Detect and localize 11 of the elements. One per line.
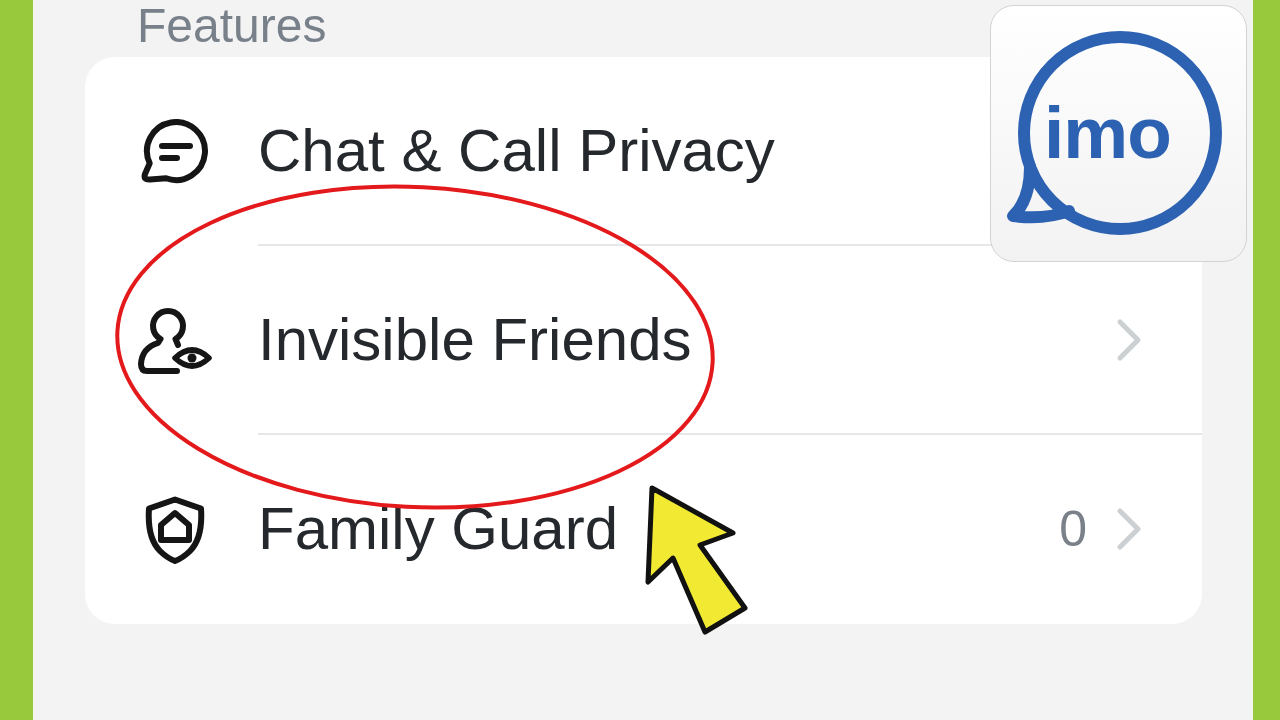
shield-house-icon — [144, 495, 206, 564]
chevron-right-icon[interactable] — [1115, 316, 1143, 363]
setting-label[interactable]: Family Guard — [258, 495, 619, 562]
count-label: 0 — [1059, 499, 1087, 558]
logo-text: imo — [1044, 96, 1171, 169]
person-eye-icon — [137, 305, 213, 376]
chat-bubble-icon — [140, 118, 210, 185]
section-header: Features — [137, 0, 327, 52]
setting-label[interactable]: Chat & Call Privacy — [258, 117, 775, 184]
chevron-right-icon[interactable] — [1115, 505, 1143, 552]
setting-label[interactable]: Invisible Friends — [258, 306, 692, 373]
